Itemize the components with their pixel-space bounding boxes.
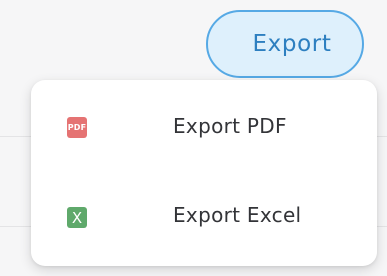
export-dropdown-menu: PDF Export PDF X Export Excel [31,80,377,266]
export-button[interactable]: Export [206,10,364,78]
excel-file-icon: X [67,207,87,228]
menu-item-label: Export PDF [173,114,287,138]
menu-item-label: Export Excel [173,203,302,227]
menu-item-export-excel[interactable]: X Export Excel [31,173,377,266]
menu-item-export-pdf[interactable]: PDF Export PDF [31,80,377,173]
pdf-file-icon: PDF [67,117,87,138]
